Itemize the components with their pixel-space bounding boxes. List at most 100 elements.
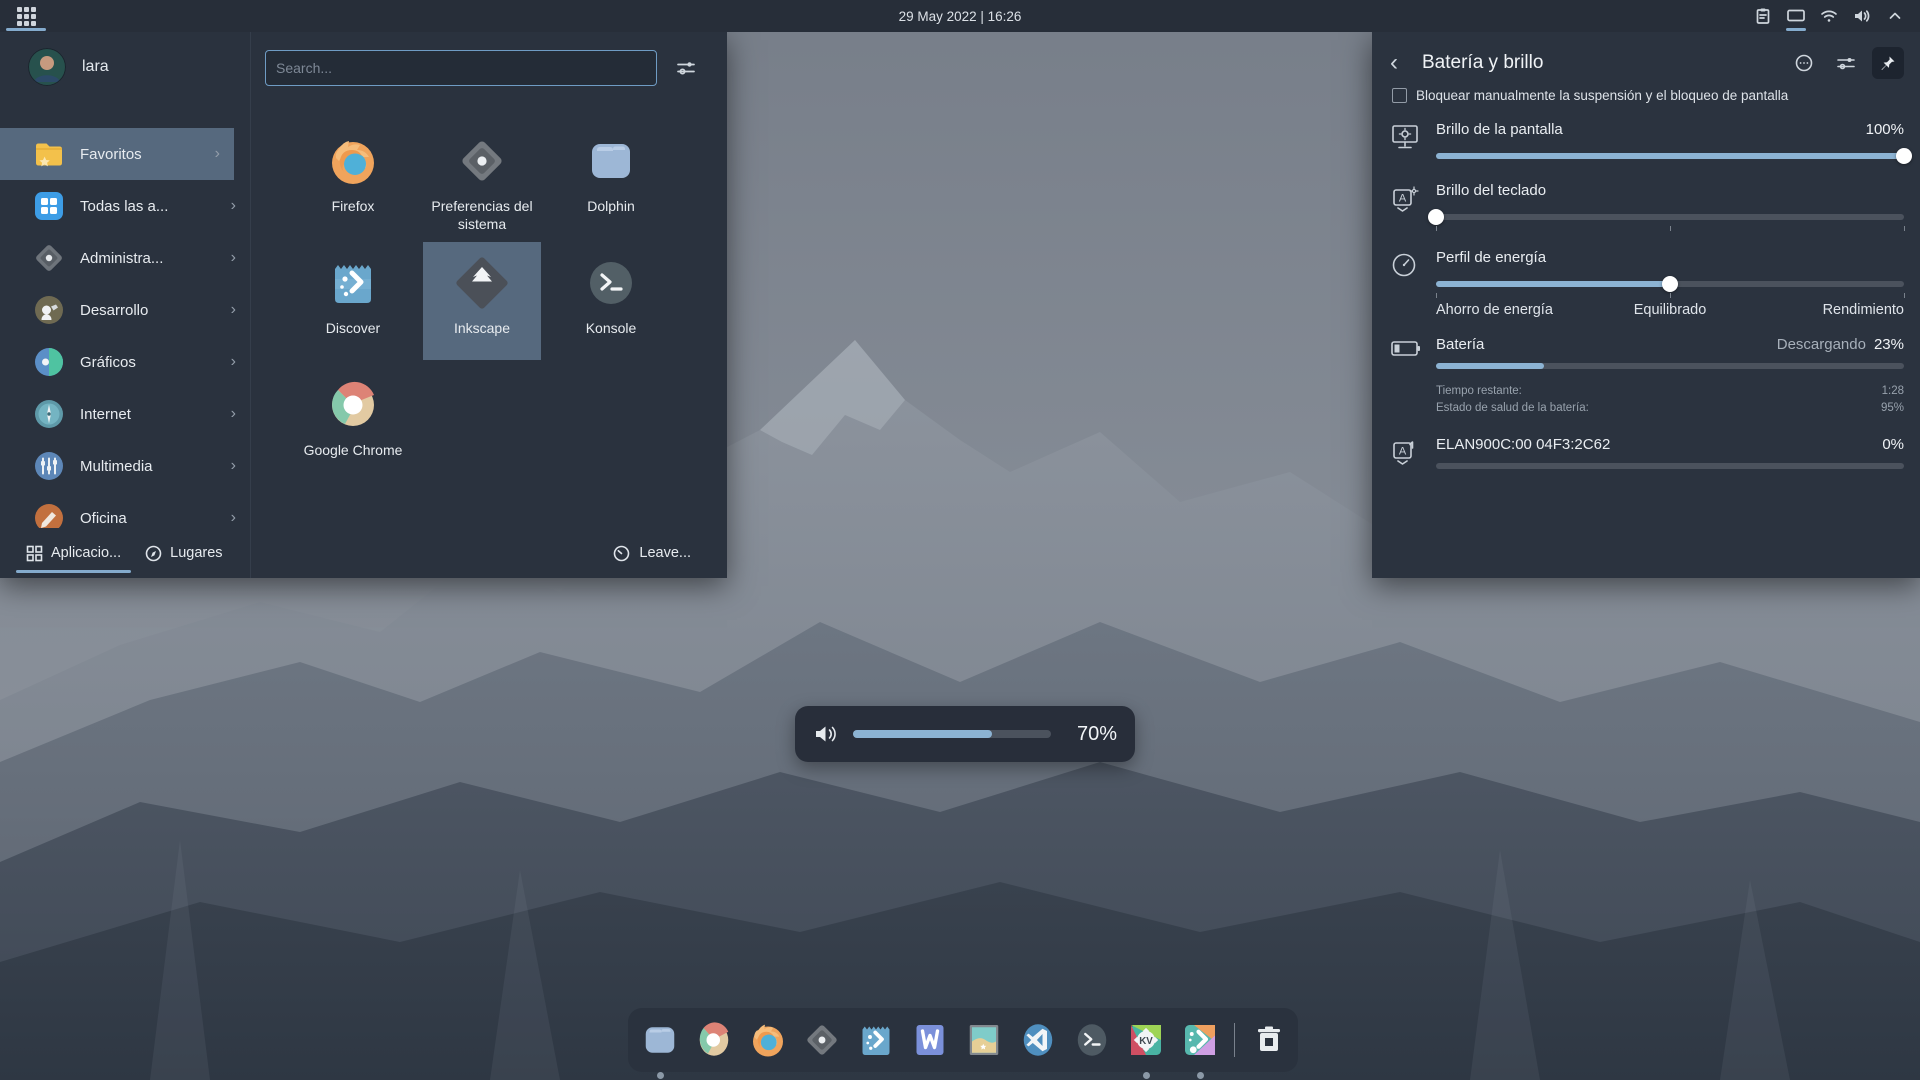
firefox-icon <box>322 130 384 192</box>
pin-icon[interactable] <box>1872 47 1904 79</box>
detail-label: Tiempo restante: <box>1436 383 1522 400</box>
tab-aplicaciones[interactable]: Aplicacio... <box>14 528 133 578</box>
search-input[interactable] <box>265 50 657 86</box>
leave-button[interactable]: Leave... <box>613 545 691 562</box>
volume-value: 70% <box>1065 723 1117 746</box>
application-launcher-popup: lara Favoritos › Todas las a... › <box>0 32 727 578</box>
keyboard-brightness-slider[interactable] <box>1436 209 1904 225</box>
category-list: Favoritos › Todas las a... › Administra.… <box>0 128 250 528</box>
peripheral-progressbar <box>1436 463 1904 469</box>
system-tray <box>1750 1 1920 31</box>
category-label: Todas las a... <box>80 198 217 215</box>
leave-label: Leave... <box>639 545 691 561</box>
monitor-brightness-icon <box>1390 121 1436 164</box>
app-tile-firefox[interactable]: Firefox <box>294 120 412 238</box>
vscode-icon[interactable] <box>1016 1018 1060 1062</box>
desktop: 29 May 2022 | 16:26 <box>0 0 1920 1080</box>
slider-ticks <box>1436 225 1904 231</box>
category-label: Oficina <box>80 510 217 527</box>
discover-icon <box>322 252 384 314</box>
tab-lugares[interactable]: Lugares <box>133 528 234 578</box>
launcher-active-underline <box>6 28 46 31</box>
kvantum-icon[interactable]: KV <box>1124 1018 1168 1062</box>
display-icon[interactable] <box>1783 1 1809 31</box>
dolphin-icon[interactable] <box>638 1018 682 1062</box>
svg-text:A: A <box>1399 445 1407 457</box>
user-header[interactable]: lara <box>0 32 250 102</box>
avatar <box>28 48 66 86</box>
option-ahorro[interactable]: Ahorro de energía <box>1436 302 1553 318</box>
app-tile-inkscape[interactable]: Inkscape <box>423 242 541 360</box>
slider-handle[interactable] <box>1896 148 1912 164</box>
panel-title: Batería y brillo <box>1422 52 1543 74</box>
app-label: Dolphin <box>587 197 634 215</box>
peripheral-value: 0% <box>1882 436 1904 453</box>
google-chrome-icon[interactable] <box>692 1018 736 1062</box>
category-graficos[interactable]: Gráficos › <box>0 336 250 388</box>
option-rendimiento[interactable]: Rendimiento <box>1823 302 1904 318</box>
running-indicator <box>657 1072 664 1079</box>
category-todas-las-aplicaciones[interactable]: Todas las a... › <box>0 180 250 232</box>
app-tile-google-chrome[interactable]: Google Chrome <box>294 364 412 482</box>
clock[interactable]: 29 May 2022 | 16:26 <box>0 9 1920 24</box>
lock-row: Bloquear manualmente la suspensión y el … <box>1392 88 1904 103</box>
lock-checkbox[interactable] <box>1392 88 1407 103</box>
app-tile-discover[interactable]: Discover <box>294 242 412 360</box>
option-equilibrado[interactable]: Equilibrado <box>1634 302 1707 318</box>
konsole-icon[interactable] <box>1070 1018 1114 1062</box>
battery-label: Batería <box>1436 336 1484 353</box>
category-label: Desarrollo <box>80 302 217 319</box>
volume-bar <box>853 730 1051 738</box>
category-favoritos[interactable]: Favoritos › <box>0 128 234 180</box>
slider-handle[interactable] <box>1662 276 1678 292</box>
clipboard-icon[interactable] <box>1750 1 1776 31</box>
trash-icon[interactable] <box>1247 1018 1291 1062</box>
development-icon <box>32 293 66 327</box>
touchpad-device-icon: A <box>1390 436 1436 469</box>
dock-separator <box>1234 1023 1235 1057</box>
panel-header: ‹ Batería y brillo <box>1390 46 1904 80</box>
konsole-icon <box>580 252 642 314</box>
screen-brightness-slider[interactable] <box>1436 148 1904 164</box>
discover-icon[interactable] <box>854 1018 898 1062</box>
chevron-up-icon[interactable] <box>1882 1 1908 31</box>
battery-progressbar <box>1436 363 1904 369</box>
power-profile-slider[interactable] <box>1436 276 1904 292</box>
category-oficina[interactable]: Oficina › <box>0 492 250 528</box>
volume-icon[interactable] <box>1849 1 1875 31</box>
app-tile-preferencias-del-sistema[interactable]: Preferencias del sistema <box>423 120 541 238</box>
firefox-icon[interactable] <box>746 1018 790 1062</box>
configure-search-icon[interactable] <box>675 57 697 79</box>
detail-row: Estado de salud de la batería: 95% <box>1436 400 1904 417</box>
category-desarrollo[interactable]: Desarrollo › <box>0 284 250 336</box>
launcher-arrow-icon[interactable] <box>1178 1018 1222 1062</box>
all-apps-grid-icon <box>32 189 66 223</box>
battery-value: 23% <box>1874 336 1904 353</box>
category-multimedia[interactable]: Multimedia › <box>0 440 250 492</box>
tray-active-underline <box>1786 28 1806 31</box>
category-internet[interactable]: Internet › <box>0 388 250 440</box>
svg-text:KV: KV <box>1139 1036 1153 1047</box>
app-tile-konsole[interactable]: Konsole <box>552 242 670 360</box>
peripheral-label: ELAN900C:00 04F3:2C62 <box>1436 436 1610 453</box>
office-icon <box>32 501 66 528</box>
folder-favorites-icon <box>32 137 66 171</box>
wifi-icon[interactable] <box>1816 1 1842 31</box>
image-viewer-icon[interactable] <box>962 1018 1006 1062</box>
configure-icon[interactable] <box>1830 47 1862 79</box>
category-administracion[interactable]: Administra... › <box>0 232 250 284</box>
category-label: Administra... <box>80 250 217 267</box>
top-panel: 29 May 2022 | 16:26 <box>0 0 1920 32</box>
app-tile-dolphin[interactable]: Dolphin <box>552 120 670 238</box>
app-label: Preferencias del sistema <box>426 197 538 233</box>
writer-icon[interactable] <box>908 1018 952 1062</box>
back-button[interactable]: ‹ <box>1390 51 1416 75</box>
chevron-right-icon: › <box>231 509 236 527</box>
circle-ellipsis-icon[interactable] <box>1788 47 1820 79</box>
multimedia-sliders-icon <box>32 449 66 483</box>
app-grid: Firefox Preferencias del sistema Dolphin… <box>294 120 680 482</box>
slider-handle[interactable] <box>1428 209 1444 225</box>
dolphin-icon <box>580 130 642 192</box>
app-label: Inkscape <box>454 319 510 337</box>
system-settings-icon[interactable] <box>800 1018 844 1062</box>
